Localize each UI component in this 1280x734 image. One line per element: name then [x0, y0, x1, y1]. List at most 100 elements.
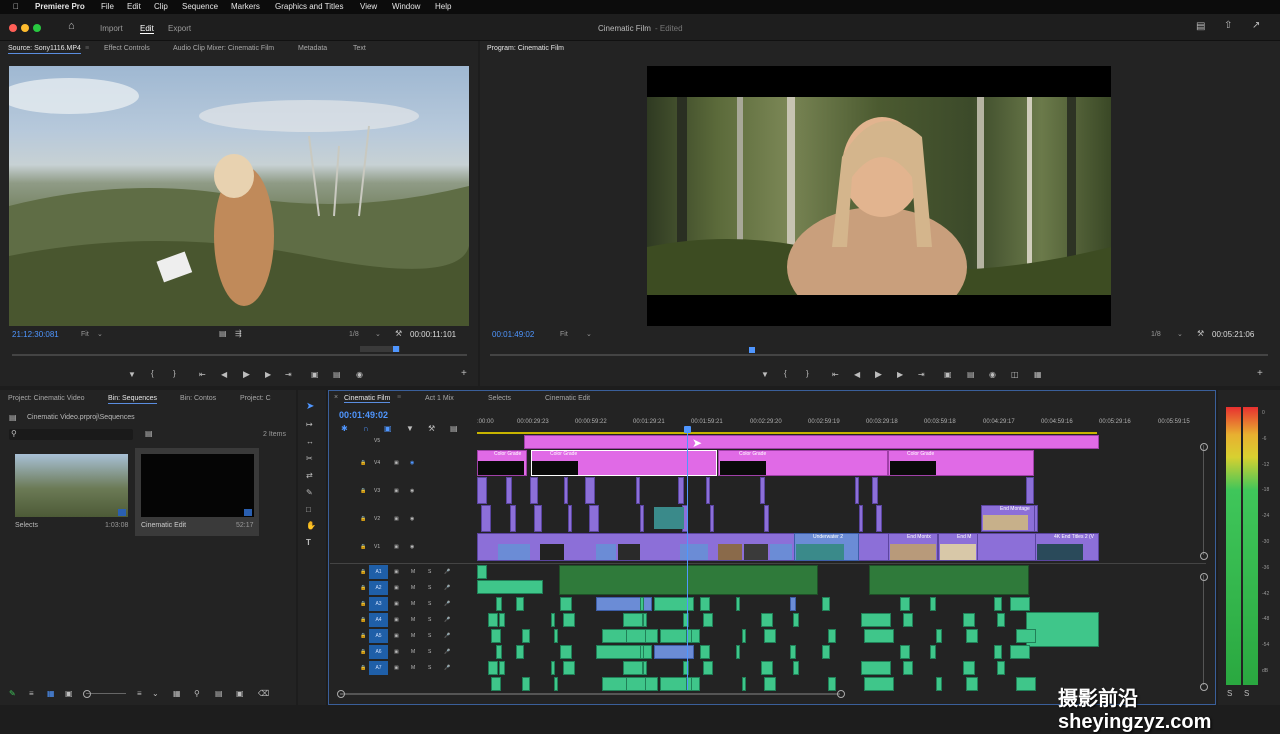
mute-button[interactable]: M	[411, 665, 415, 671]
timeline-clip-v3[interactable]	[1026, 477, 1034, 504]
program-go-to-in-icon[interactable]: ⇤	[832, 371, 839, 379]
timeline-audio-clip[interactable]	[764, 629, 776, 643]
slip-tool-icon[interactable]: ⇄	[306, 472, 313, 480]
scroll-handle-top[interactable]	[1200, 573, 1208, 581]
timeline-audio-clip[interactable]	[496, 597, 502, 611]
step-back-icon[interactable]: ◀	[221, 371, 227, 379]
program-resolution-chevron-icon[interactable]: ⌄	[1177, 330, 1183, 338]
solo-button[interactable]: S	[428, 601, 431, 607]
track-target-a2[interactable]: A2	[369, 581, 388, 595]
mute-button[interactable]: M	[411, 649, 415, 655]
sync-lock-icon[interactable]: ▣	[394, 665, 399, 671]
type-tool-icon[interactable]: T	[306, 539, 311, 547]
menu-edit[interactable]: Edit	[127, 2, 141, 11]
thumbnail-cinematic-edit[interactable]	[141, 454, 254, 517]
zoom-slider[interactable]	[86, 693, 126, 694]
timeline-audio-clip[interactable]	[551, 613, 555, 627]
tab-selects[interactable]: Selects	[488, 395, 511, 402]
pen-tool-icon[interactable]: ✎	[306, 489, 313, 497]
timeline-clip-v3[interactable]	[477, 477, 487, 504]
program-wrench-icon[interactable]: ⚒	[1197, 330, 1204, 338]
timeline-audio-clip[interactable]	[522, 677, 530, 691]
timeline-audio-clip[interactable]	[997, 613, 1005, 627]
timeline-audio-clip[interactable]	[499, 613, 505, 627]
timeline-audio-clip[interactable]	[828, 629, 836, 643]
timeline-audio-clip[interactable]	[761, 613, 773, 627]
program-play-icon[interactable]: ▶	[875, 370, 882, 379]
timeline-clip-v2[interactable]	[589, 505, 599, 532]
timeline-audio-clip[interactable]	[903, 613, 913, 627]
apple-icon[interactable]: 	[13, 2, 19, 11]
selection-tool-icon[interactable]: ➤	[306, 402, 314, 412]
program-add-button-icon[interactable]: +	[1257, 369, 1263, 379]
nest-icon[interactable]: ▣	[384, 425, 392, 433]
insert-icon[interactable]: ⇶	[235, 330, 242, 338]
lock-icon[interactable]: 🔒	[360, 585, 366, 591]
timeline-audio-clip[interactable]	[488, 613, 498, 627]
timeline-audio-clip[interactable]	[994, 597, 1002, 611]
timeline-audio-clip[interactable]	[491, 677, 501, 691]
timeline-audio-clip[interactable]	[700, 597, 710, 611]
lock-icon[interactable]: 🔒	[360, 460, 366, 466]
timeline-audio-clip[interactable]	[1016, 677, 1036, 691]
timeline-audio-clip[interactable]	[703, 613, 713, 627]
timeline-audio-clip[interactable]	[499, 661, 505, 675]
tab-project[interactable]: Project: Cinematic Video	[8, 395, 85, 402]
timeline-clip-v3[interactable]	[530, 477, 538, 504]
microphone-icon[interactable]: 🎤	[444, 649, 450, 655]
home-icon[interactable]: ⌂	[68, 21, 75, 32]
timeline-audio-clip[interactable]	[822, 645, 830, 659]
playhead-handle[interactable]	[684, 426, 691, 433]
list-view-icon[interactable]: ≡	[29, 690, 34, 698]
timeline-clip-v2[interactable]	[481, 505, 491, 532]
timeline-audio-clip[interactable]	[516, 645, 524, 659]
zoom-slider-handle[interactable]	[83, 690, 91, 698]
microphone-icon[interactable]: 🎤	[444, 665, 450, 671]
timeline-clip-v3[interactable]	[760, 477, 765, 504]
linked-selection-icon[interactable]: ∩	[363, 425, 369, 433]
timeline-audio-clip[interactable]	[861, 613, 891, 627]
microphone-icon[interactable]: 🎤	[444, 601, 450, 607]
track-target-a3[interactable]: A3	[369, 597, 388, 611]
timeline-audio-clip[interactable]	[496, 645, 502, 659]
workspace-import[interactable]: Import	[100, 24, 123, 33]
tab-bin-contos[interactable]: Bin: Contos	[180, 395, 216, 402]
timeline-audio-clip[interactable]	[563, 613, 575, 627]
step-forward-icon[interactable]: ▶	[265, 371, 271, 379]
timeline-audio-clip[interactable]	[643, 661, 647, 675]
zoom-window-button[interactable]	[33, 24, 41, 32]
track-select-tool-icon[interactable]: ↦	[306, 421, 313, 429]
sync-lock-icon[interactable]: ▣	[394, 569, 399, 575]
source-scrub-bar[interactable]	[12, 354, 467, 356]
program-mark-in-icon[interactable]: {	[784, 370, 787, 378]
timeline-audio-clip[interactable]	[936, 629, 942, 643]
ripple-edit-tool-icon[interactable]: ↔	[306, 438, 314, 446]
lock-icon[interactable]: 🔒	[360, 544, 366, 550]
track-target-a5[interactable]: A5	[369, 629, 388, 643]
minimize-window-button[interactable]	[21, 24, 29, 32]
tab-cinematic-edit[interactable]: Cinematic Edit	[545, 395, 590, 402]
add-marker-icon[interactable]: ▼	[128, 371, 136, 379]
timeline-audio-clip[interactable]	[963, 613, 975, 627]
track-target-a4[interactable]: A4	[369, 613, 388, 627]
menu-window[interactable]: Window	[392, 2, 420, 11]
lock-icon[interactable]: 🔒	[360, 617, 366, 623]
source-resolution-chevron-icon[interactable]: ⌄	[375, 330, 381, 338]
solo-button[interactable]: S	[428, 569, 431, 575]
sync-lock-icon[interactable]: ▣	[394, 649, 399, 655]
microphone-icon[interactable]: 🎤	[444, 633, 450, 639]
timeline-clip-v3[interactable]	[506, 477, 512, 504]
timeline-clip-v2[interactable]	[764, 505, 769, 532]
sync-lock-icon[interactable]: ▣	[394, 617, 399, 623]
settings-icon[interactable]: ▤	[219, 330, 227, 338]
source-timecode[interactable]: 21:12:30:081	[12, 330, 59, 339]
track-target-a7[interactable]: A7	[369, 661, 388, 675]
timeline-audio-clip[interactable]	[790, 645, 796, 659]
program-timecode[interactable]: 00:01:49:02	[492, 330, 534, 339]
timeline-clip-v3[interactable]	[636, 477, 640, 504]
timeline-audio-clip[interactable]	[703, 661, 713, 675]
scroll-handle-top[interactable]	[1200, 443, 1208, 451]
timeline-settings-icon[interactable]: ⚒	[428, 425, 435, 433]
program-scrub-bar[interactable]	[490, 354, 1268, 356]
timeline-audio-clip[interactable]	[966, 677, 978, 691]
